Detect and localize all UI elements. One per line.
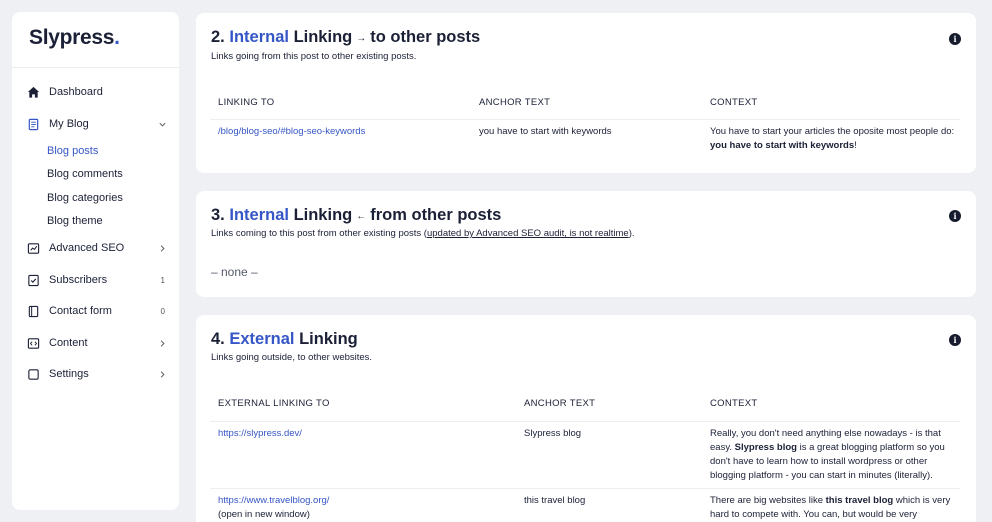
sidebar-item-my-blog[interactable]: My Blog xyxy=(12,113,179,135)
anchor-text-cell: this travel blog xyxy=(524,495,586,506)
internal-linking-to-card: 2. Internal Linking → to other posts Links… xyxy=(196,13,976,173)
col-header-context: CONTEXT xyxy=(710,97,758,108)
seo-icon xyxy=(27,242,40,254)
sidebar-item-label: Content xyxy=(49,337,88,349)
empty-state-text: – none – xyxy=(211,265,258,279)
chevron-right-icon xyxy=(160,339,165,347)
anchor-text-cell: you have to start with keywords xyxy=(479,126,612,137)
checkbox-icon xyxy=(28,274,39,286)
subscribers-count-badge: 1 xyxy=(160,275,165,285)
sidebar-subitem-blog-comments[interactable]: Blog comments xyxy=(47,168,123,180)
sidebar-item-label: My Blog xyxy=(49,118,89,130)
sidebar-item-label: Advanced SEO xyxy=(49,242,125,254)
sidebar-item-label: Contact form xyxy=(49,305,112,317)
external-linking-subtitle: Links going outside, to other websites. xyxy=(211,352,373,363)
sidebar-subitem-blog-posts[interactable]: Blog posts xyxy=(47,145,98,157)
open-new-window-note: (open in new window) xyxy=(218,509,310,520)
book-icon xyxy=(28,305,39,317)
chevron-down-icon xyxy=(159,122,166,127)
code-icon xyxy=(27,337,40,349)
sidebar-item-label: Dashboard xyxy=(49,86,103,98)
info-icon[interactable]: i xyxy=(949,33,961,45)
table-divider xyxy=(210,488,960,489)
linking-to-link[interactable]: /blog/blog-seo/#blog-seo-keywords xyxy=(218,126,365,137)
sidebar-item-settings[interactable]: Settings xyxy=(12,363,179,385)
sidebar-item-subscribers[interactable]: Subscribers 1 xyxy=(12,269,179,291)
sidebar-item-label: Settings xyxy=(49,368,89,380)
arrow-left-icon: ← xyxy=(356,211,367,222)
external-link[interactable]: https://www.travelblog.org/ xyxy=(218,495,329,506)
advanced-seo-audit-link[interactable]: updated by Advanced SEO audit, is not re… xyxy=(427,228,629,239)
col-header-external-linking-to: EXTERNAL LINKING TO xyxy=(218,398,330,409)
table-divider xyxy=(210,119,960,120)
internal-linking-from-subtitle: Links coming to this post from other exi… xyxy=(211,228,635,239)
contact-form-count-badge: 0 xyxy=(160,306,165,316)
col-header-linking-to: LINKING TO xyxy=(218,97,275,108)
sidebar-divider xyxy=(12,67,179,68)
internal-linking-to-subtitle: Links going from this post to other exis… xyxy=(211,51,417,62)
col-header-context: CONTEXT xyxy=(710,398,758,409)
context-cell: You have to start your articles the opos… xyxy=(710,126,955,151)
col-header-anchor-text: ANCHOR TEXT xyxy=(479,97,551,108)
sidebar-item-label: Subscribers xyxy=(49,274,108,286)
brand-logo[interactable]: Slypress. xyxy=(29,26,120,50)
sidebar: Slypress. Dashboard My Blog Blog posts B… xyxy=(12,12,179,510)
sidebar-item-dashboard[interactable]: Dashboard xyxy=(12,81,179,103)
sidebar-item-advanced-seo[interactable]: Advanced SEO xyxy=(12,237,179,259)
external-linking-title: 4. External Linking xyxy=(211,330,358,348)
col-header-anchor-text: ANCHOR TEXT xyxy=(524,398,596,409)
sidebar-subitem-blog-categories[interactable]: Blog categories xyxy=(47,192,123,204)
sidebar-item-content[interactable]: Content xyxy=(12,332,179,354)
internal-linking-from-title: 3. Internal Linking ← from other posts xyxy=(211,206,502,224)
internal-linking-to-title: 2. Internal Linking → to other posts xyxy=(211,28,481,46)
chevron-right-icon xyxy=(160,370,165,378)
document-icon xyxy=(28,118,39,130)
info-icon[interactable]: i xyxy=(949,334,961,346)
anchor-text-cell: Slypress blog xyxy=(524,428,582,439)
external-linking-card: 4. External Linking Links going outside,… xyxy=(196,315,976,522)
sidebar-subitem-blog-theme[interactable]: Blog theme xyxy=(47,215,103,227)
home-icon xyxy=(27,86,40,98)
external-link[interactable]: https://slypress.dev/ xyxy=(218,428,302,439)
context-cell: Really, you don't need anything else now… xyxy=(710,428,945,481)
arrow-right-icon: → xyxy=(356,33,367,44)
settings-icon xyxy=(28,368,39,380)
sidebar-item-contact-form[interactable]: Contact form 0 xyxy=(12,300,179,322)
context-cell: There are big websites like this travel … xyxy=(710,495,951,520)
info-icon[interactable]: i xyxy=(949,210,961,222)
internal-linking-from-card: 3. Internal Linking ← from other posts Lin… xyxy=(196,191,976,297)
table-divider xyxy=(210,421,960,422)
chevron-right-icon xyxy=(160,244,165,252)
